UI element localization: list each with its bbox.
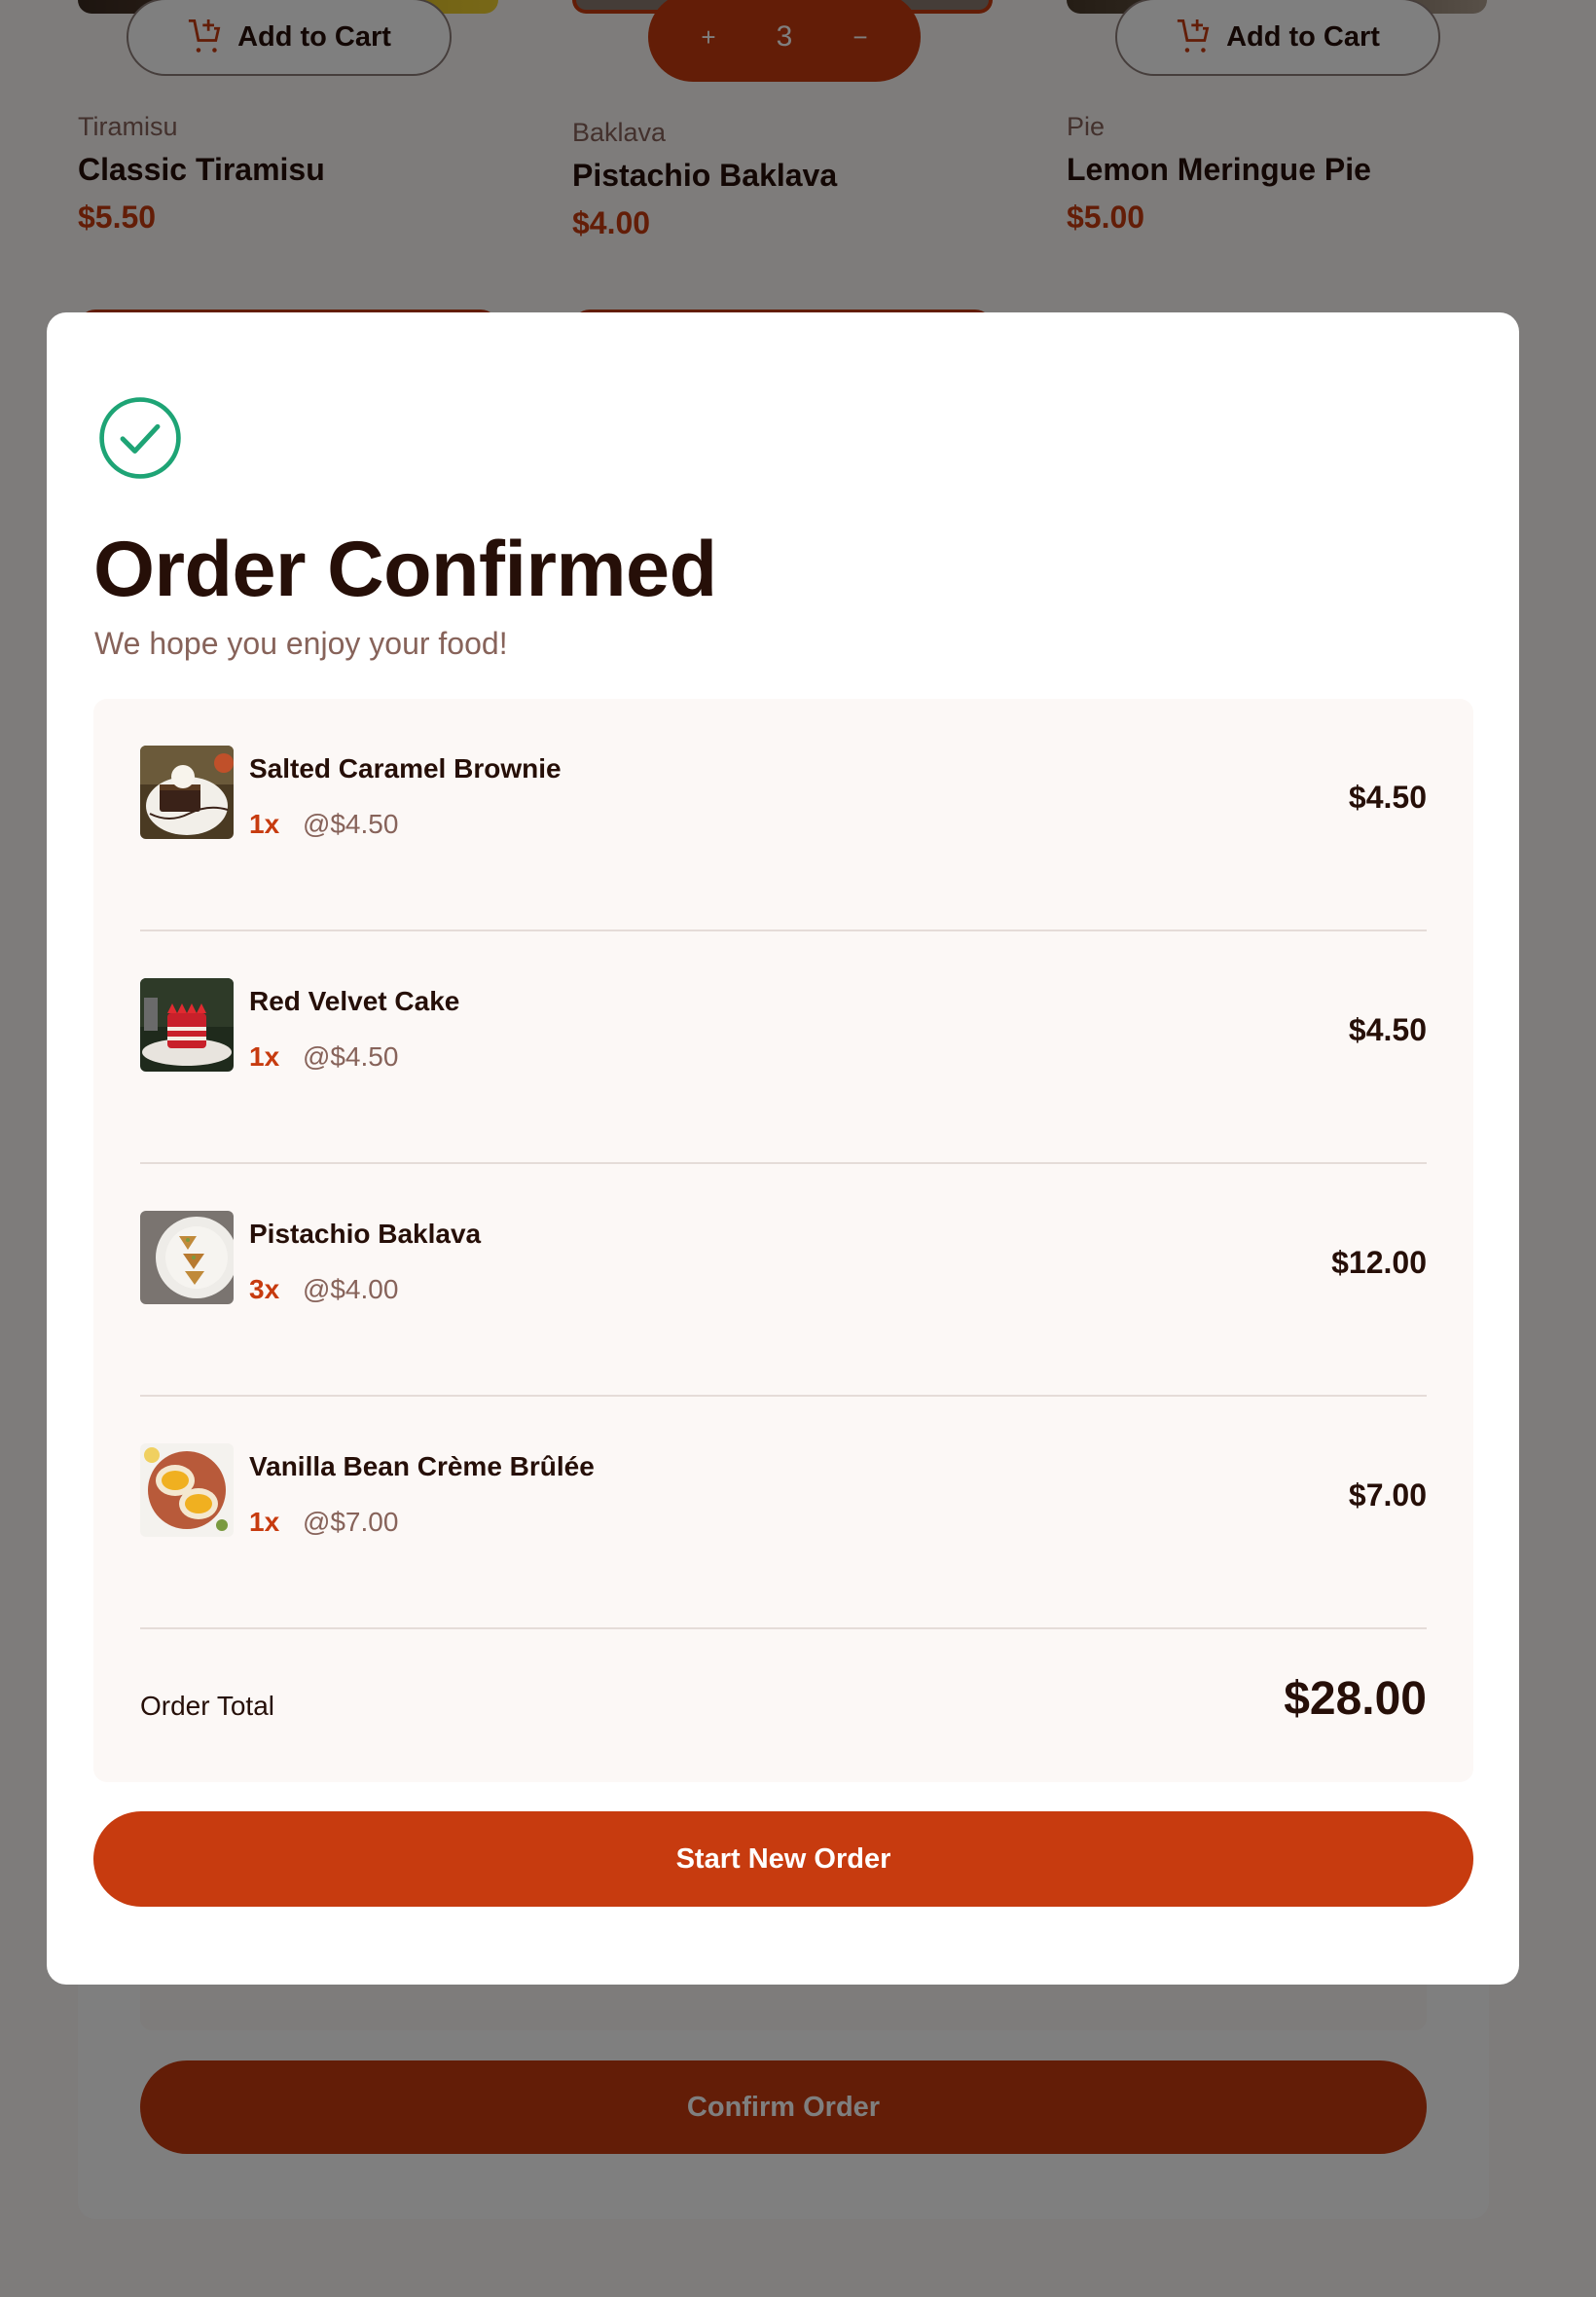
item-unit-price: @$4.50	[302, 809, 399, 839]
item-thumbnail	[140, 1443, 234, 1537]
order-item: Salted Caramel Brownie 1x @$4.50 $4.50	[140, 699, 1427, 931]
item-unit-price: @$4.00	[302, 1274, 399, 1304]
item-unit-price: @$4.50	[302, 1041, 399, 1072]
item-name: Red Velvet Cake	[249, 986, 460, 1016]
divider	[140, 1627, 1427, 1629]
order-summary: Salted Caramel Brownie 1x @$4.50 $4.50 R…	[93, 699, 1473, 1782]
item-quantity: 3x	[249, 1274, 280, 1304]
item-quantity: 1x	[249, 1507, 280, 1537]
modal-title: Order Confirmed	[93, 526, 717, 613]
item-total: $7.00	[1348, 1477, 1427, 1513]
order-item: Vanilla Bean Crème Brûlée 1x @$7.00 $7.0…	[140, 1397, 1427, 1629]
item-thumbnail	[140, 746, 234, 839]
order-total-value: $28.00	[1284, 1673, 1427, 1725]
item-quantity: 1x	[249, 1041, 280, 1072]
item-meta: 3x @$4.00	[249, 1274, 398, 1305]
item-name: Vanilla Bean Crème Brûlée	[249, 1451, 595, 1481]
item-meta: 1x @$7.00	[249, 1507, 398, 1538]
item-total: $4.50	[1348, 780, 1427, 815]
item-unit-price: @$7.00	[302, 1507, 399, 1537]
item-meta: 1x @$4.50	[249, 809, 398, 840]
order-confirmed-modal: Order Confirmed We hope you enjoy your f…	[47, 312, 1519, 1985]
check-circle-icon	[99, 397, 181, 479]
item-thumbnail	[140, 1211, 234, 1304]
order-item: Pistachio Baklava 3x @$4.00 $12.00	[140, 1164, 1427, 1397]
order-total-label: Order Total	[140, 1691, 274, 1721]
item-meta: 1x @$4.50	[249, 1041, 398, 1073]
item-total: $12.00	[1331, 1245, 1427, 1280]
item-name: Salted Caramel Brownie	[249, 753, 562, 784]
item-name: Pistachio Baklava	[249, 1219, 482, 1249]
start-new-order-button[interactable]: Start New Order	[93, 1811, 1473, 1907]
order-item: Red Velvet Cake 1x @$4.50 $4.50	[140, 931, 1427, 1164]
item-thumbnail	[140, 978, 234, 1072]
item-total: $4.50	[1348, 1012, 1427, 1047]
item-quantity: 1x	[249, 809, 280, 839]
modal-subtitle: We hope you enjoy your food!	[94, 626, 508, 661]
